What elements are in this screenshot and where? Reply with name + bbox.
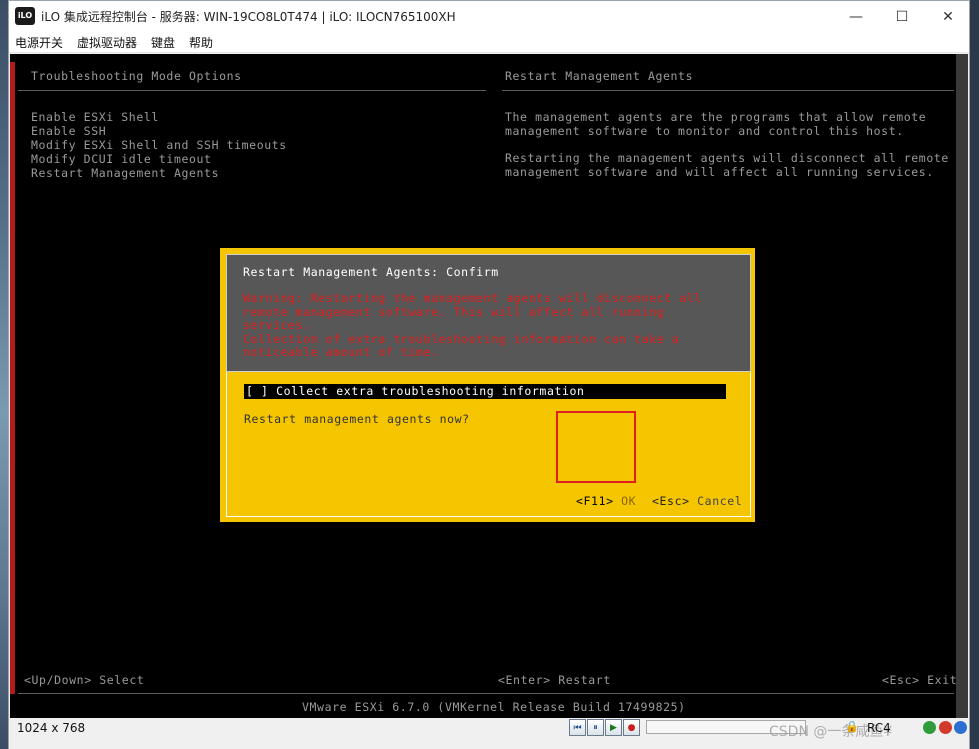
left-panel-header: Troubleshooting Mode Options	[31, 69, 242, 83]
left-header-divider	[18, 90, 486, 91]
record-icon[interactable]: ●	[623, 719, 640, 736]
footer-divider	[18, 693, 954, 694]
console-left-edge	[10, 62, 15, 694]
lock-icon: 🔒	[845, 720, 859, 733]
description-paragraph-2: Restarting the management agents will di…	[505, 151, 949, 179]
maximize-button[interactable]: ☐	[879, 1, 925, 32]
option-enable-ssh[interactable]: Enable SSH	[31, 124, 106, 138]
pause-icon[interactable]: ⏸	[587, 719, 604, 736]
description-paragraph-1: The management agents are the programs t…	[505, 110, 927, 138]
status-bar: 1024 x 768 ⏮ ⏸ ▶ ● CSDN @一条咸鱼¥ 🔒 RC4	[9, 719, 969, 749]
cancel-button[interactable]: <Esc> Cancel	[652, 494, 742, 508]
ok-key: <F11>	[576, 494, 614, 508]
rewind-icon[interactable]: ⏮	[569, 719, 586, 736]
ok-label: OK	[621, 494, 637, 508]
right-header-divider	[502, 90, 954, 91]
console-right-edge	[956, 54, 968, 718]
confirm-dialog: Restart Management Agents: Confirm Warni…	[220, 248, 755, 522]
minimize-button[interactable]: —	[833, 1, 879, 32]
cipher-label: RC4	[867, 721, 891, 735]
dialog-header: Restart Management Agents: Confirm Warni…	[226, 254, 751, 372]
dialog-body: [ ] Collect extra troubleshooting inform…	[226, 372, 751, 517]
play-icon[interactable]: ▶	[605, 719, 622, 736]
dialog-warning: Warning: Restarting the management agent…	[243, 291, 702, 360]
menu-power[interactable]: 电源开关	[15, 34, 63, 51]
playback-controls: ⏮ ⏸ ▶ ●	[569, 719, 640, 736]
ilo-console-window: iLO iLO 集成远程控制台 - 服务器: WIN-19CO8L0T474 |…	[8, 0, 970, 749]
menu-virtual-drives[interactable]: 虚拟驱动器	[77, 34, 137, 51]
menu-help[interactable]: 帮助	[189, 34, 213, 51]
collect-info-checkbox[interactable]: [ ] Collect extra troubleshooting inform…	[244, 384, 726, 399]
menu-keyboard[interactable]: 键盘	[151, 34, 175, 51]
power-status-icon	[939, 721, 952, 734]
remote-console-screen[interactable]: Troubleshooting Mode Options Restart Man…	[10, 54, 968, 718]
window-title: iLO 集成远程控制台 - 服务器: WIN-19CO8L0T474 | iLO…	[41, 10, 456, 24]
dialog-title: Restart Management Agents: Confirm	[243, 265, 499, 279]
health-status-icon	[954, 721, 967, 734]
footer-select-hint: <Up/Down> Select	[24, 673, 145, 687]
title-bar: iLO iLO 集成远程控制台 - 服务器: WIN-19CO8L0T474 |…	[9, 1, 969, 32]
footer-restart-hint: <Enter> Restart	[498, 673, 611, 687]
cancel-key: <Esc>	[652, 494, 690, 508]
option-modify-timeouts[interactable]: Modify ESXi Shell and SSH timeouts	[31, 138, 287, 152]
ok-button[interactable]: <F11> OK	[576, 494, 636, 508]
ok-annotation-box	[556, 411, 636, 483]
right-panel-header: Restart Management Agents	[505, 69, 694, 83]
screen-resolution: 1024 x 768	[17, 721, 86, 735]
close-button[interactable]: ✕	[925, 1, 971, 32]
build-info: VMware ESXi 6.7.0 (VMKernel Release Buil…	[302, 700, 686, 714]
footer-exit-hint: <Esc> Exit	[882, 673, 958, 687]
option-enable-esxi-shell[interactable]: Enable ESXi Shell	[31, 110, 159, 124]
option-modify-dcui-timeout[interactable]: Modify DCUI idle timeout	[31, 152, 212, 166]
connection-status-icon	[923, 721, 936, 734]
menu-bar: 电源开关 虚拟驱动器 键盘 帮助	[9, 32, 969, 53]
dialog-question: Restart management agents now?	[244, 412, 470, 426]
option-restart-management-agents[interactable]: Restart Management Agents	[31, 166, 219, 180]
ilo-app-icon: iLO	[15, 7, 35, 25]
cancel-label: Cancel	[697, 494, 743, 508]
